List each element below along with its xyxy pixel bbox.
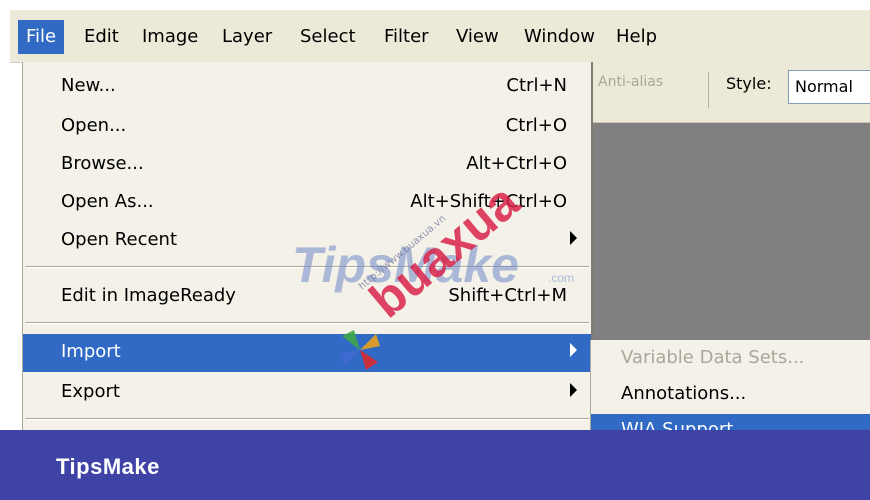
toolbar-divider [708, 72, 709, 108]
menu-item-label: Edit in ImageReady [61, 285, 236, 306]
menu-item-label: New... [61, 75, 116, 96]
menu-item-label: Export [61, 381, 120, 402]
menu-file[interactable]: File [18, 20, 65, 54]
submenu-arrow-icon [570, 231, 577, 245]
menu-separator [25, 266, 589, 268]
top-border [0, 0, 870, 10]
menu-item-label: Annotations... [621, 383, 747, 404]
shortcut-label: Alt+Ctrl+O [466, 153, 567, 174]
canvas-area [590, 123, 870, 340]
menu-item-export[interactable]: Export [23, 374, 591, 412]
tipsmake-banner-text: TipsMake [56, 454, 160, 479]
file-menu: New... Ctrl+N Open... Ctrl+O Browse... A… [22, 62, 593, 430]
menu-item-label: Browse... [61, 153, 144, 174]
anti-alias-checkbox-label[interactable]: Anti-alias [598, 74, 663, 90]
shortcut-label: Alt+Shift+Ctrl+O [410, 191, 567, 212]
style-dropdown[interactable]: Normal [788, 70, 870, 104]
menu-separator [25, 322, 589, 324]
menu-select[interactable]: Select [292, 20, 364, 54]
menu-item-import[interactable]: Import [23, 334, 591, 372]
menu-help[interactable]: Help [608, 20, 665, 54]
menu-filter[interactable]: Filter [376, 20, 437, 54]
menu-window[interactable]: Window [516, 20, 603, 54]
shortcut-label: Shift+Ctrl+M [448, 285, 567, 306]
submenu-arrow-icon [570, 383, 577, 397]
menu-bar: File Edit Image Layer Select Filter View… [10, 10, 870, 63]
style-dropdown-value: Normal [795, 77, 853, 96]
menu-image[interactable]: Image [134, 20, 206, 54]
menu-item-open[interactable]: Open... Ctrl+O [23, 108, 591, 146]
menu-edit[interactable]: Edit [76, 20, 127, 54]
submenu-item-annotations[interactable]: Annotations... [591, 378, 870, 412]
menu-item-label: Open Recent [61, 229, 178, 250]
style-label: Style: [726, 74, 772, 93]
menu-item-edit-in-imageready[interactable]: Edit in ImageReady Shift+Ctrl+M [23, 278, 591, 316]
menu-item-label: Variable Data Sets... [621, 347, 805, 368]
menu-item-browse[interactable]: Browse... Alt+Ctrl+O [23, 146, 591, 184]
submenu-item-variable-data-sets: Variable Data Sets... [591, 342, 870, 376]
menu-item-open-recent[interactable]: Open Recent [23, 222, 591, 260]
left-border [0, 0, 10, 430]
import-submenu: Variable Data Sets... Annotations... WIA… [590, 340, 870, 448]
options-bar: Anti-alias Style: Normal [590, 62, 870, 123]
menu-layer[interactable]: Layer [214, 20, 280, 54]
menu-item-label: Open... [61, 115, 127, 136]
shortcut-label: Ctrl+N [506, 75, 567, 96]
menu-item-new[interactable]: New... Ctrl+N [23, 68, 591, 106]
menu-item-open-as[interactable]: Open As... Alt+Shift+Ctrl+O [23, 184, 591, 222]
submenu-arrow-icon [570, 343, 577, 357]
photoshop-window: File Edit Image Layer Select Filter View… [0, 0, 870, 500]
shortcut-label: Ctrl+O [505, 115, 567, 136]
menu-view[interactable]: View [448, 20, 507, 54]
menu-item-label: Open As... [61, 191, 154, 212]
menu-item-label: Import [61, 341, 121, 362]
menu-separator [25, 418, 589, 420]
